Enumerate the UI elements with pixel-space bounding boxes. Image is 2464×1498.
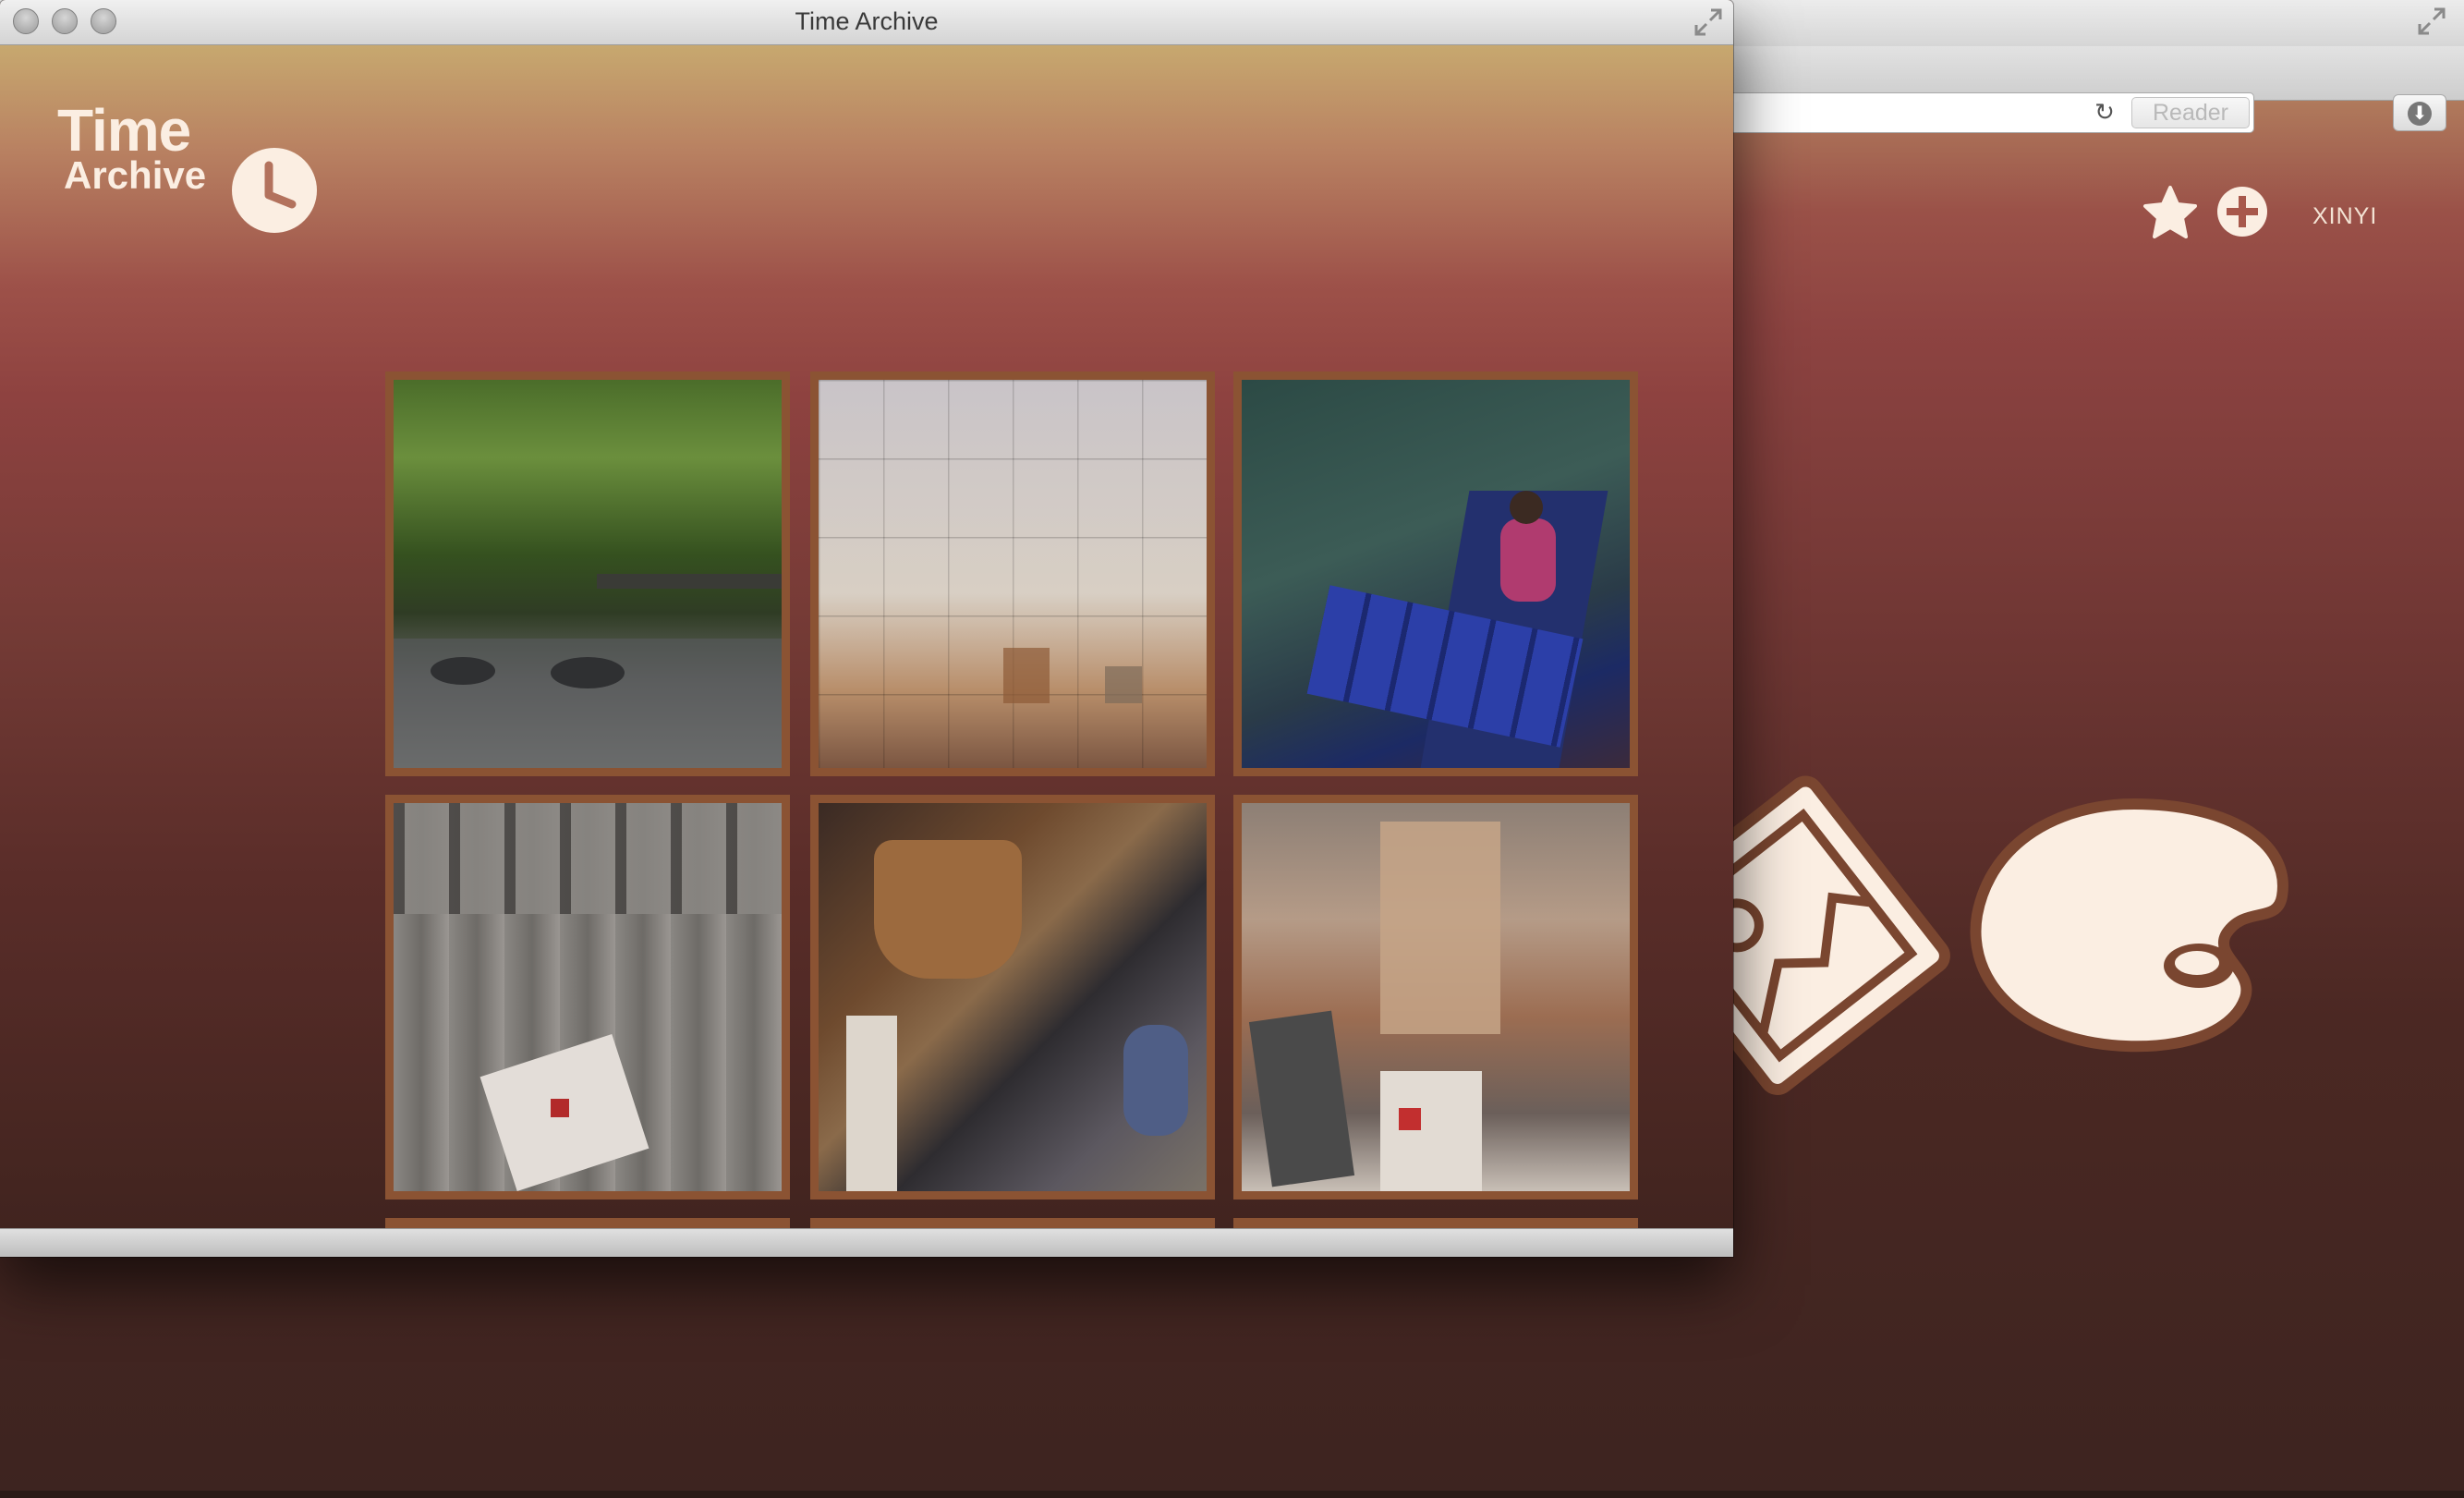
app-content: Time Archive bbox=[0, 45, 1733, 1228]
photo-door-mailbox[interactable] bbox=[385, 795, 790, 1200]
photo-image bbox=[819, 803, 1207, 1191]
address-bar[interactable]: ↻ Reader bbox=[1700, 92, 2254, 133]
star-icon[interactable] bbox=[2142, 185, 2199, 240]
download-button[interactable]: ⬇ bbox=[2393, 94, 2446, 131]
user-name-link[interactable]: XINYI bbox=[2312, 203, 2377, 230]
photo-image bbox=[394, 803, 782, 1191]
photo-image bbox=[1242, 803, 1630, 1191]
app-logo[interactable]: Time Archive bbox=[55, 97, 333, 233]
photo-image bbox=[1242, 380, 1630, 768]
window-titlebar[interactable]: Time Archive bbox=[0, 0, 1733, 45]
plus-icon[interactable] bbox=[2215, 185, 2269, 238]
reader-button[interactable]: Reader bbox=[2131, 97, 2250, 128]
download-icon: ⬇ bbox=[2408, 102, 2432, 126]
photo-tile-partial[interactable] bbox=[1233, 1218, 1638, 1228]
photo-lockers[interactable] bbox=[810, 371, 1215, 776]
window-bottom-bar bbox=[0, 1228, 1733, 1257]
fullscreen-icon[interactable] bbox=[2416, 6, 2447, 37]
photo-image bbox=[394, 380, 782, 768]
reload-icon[interactable]: ↻ bbox=[2094, 100, 2115, 124]
logo-line-archive: Archive bbox=[64, 153, 207, 197]
photo-tile-partial[interactable] bbox=[385, 1218, 790, 1228]
palette-icon[interactable] bbox=[1949, 786, 2300, 1063]
photo-garden-table[interactable] bbox=[385, 371, 790, 776]
photo-fishing-boat[interactable] bbox=[1233, 371, 1638, 776]
window-title: Time Archive bbox=[795, 7, 939, 35]
logo-line-time: Time bbox=[57, 97, 191, 164]
fullscreen-icon[interactable] bbox=[1693, 6, 1724, 38]
clock-icon bbox=[232, 148, 317, 233]
time-archive-window: Time Archive Time Archive bbox=[0, 0, 1733, 1257]
photo-tile-partial[interactable] bbox=[810, 1218, 1215, 1228]
photo-rusty-mailboxes[interactable] bbox=[1233, 795, 1638, 1200]
photo-basket-alley[interactable] bbox=[810, 795, 1215, 1200]
photo-image bbox=[819, 380, 1207, 768]
